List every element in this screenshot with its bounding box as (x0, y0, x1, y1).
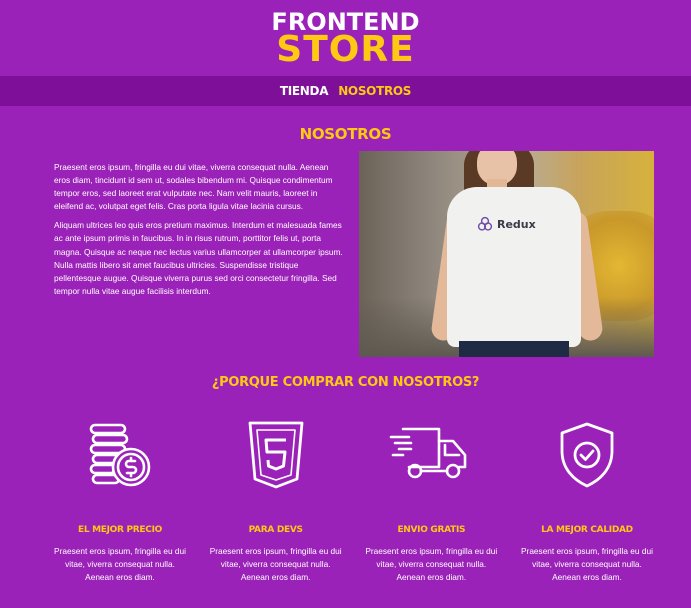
main-nav: TIENDA NOSOTROS (0, 76, 691, 106)
feature-text: Praesent eros ipsum, fringilla eu dui vi… (209, 546, 342, 582)
truck-icon (365, 418, 497, 492)
feature-text: Praesent eros ipsum, fringilla eu dui vi… (54, 546, 186, 582)
feature-card: EL MEJOR PRECIO Praesent eros ipsum, fri… (54, 418, 186, 584)
about-photo: Redux (359, 151, 654, 357)
features-section: EL MEJOR PRECIO Praesent eros ipsum, fri… (0, 418, 691, 584)
feature-text: Praesent eros ipsum, fringilla eu dui vi… (365, 546, 498, 582)
photo-jeans-shape (459, 341, 569, 357)
feature-title: PARA DEVS (248, 525, 303, 535)
feature-title: EL MEJOR PRECIO (78, 525, 162, 535)
site-logo[interactable]: FRONTEND STORE (271, 8, 419, 68)
feature-card: ENVIO GRATIS Praesent eros ipsum, fringi… (365, 418, 497, 584)
html5-icon (210, 418, 342, 492)
shirt-brand-text: Redux (497, 217, 536, 231)
about-section: Praesent eros ipsum, fringilla eu dui vi… (0, 151, 654, 357)
feature-card: LA MEJOR CALIDAD Praesent eros ipsum, fr… (521, 418, 653, 584)
feature-title: LA MEJOR CALIDAD (541, 525, 633, 535)
nav-link-nosotros[interactable]: NOSOTROS (338, 84, 411, 98)
about-text: Praesent eros ipsum, fringilla eu dui vi… (54, 151, 344, 357)
photo-shirt-shape (447, 187, 581, 347)
shield-check-icon (521, 418, 653, 492)
shirt-brand-logo: Redux (477, 216, 536, 232)
about-paragraph: Praesent eros ipsum, fringilla eu dui vi… (54, 162, 333, 212)
logo-bottom-text: STORE (276, 29, 415, 70)
nav-link-tienda[interactable]: TIENDA (280, 84, 329, 98)
coins-icon (54, 418, 186, 492)
why-title: ¿PORQUE COMPRAR CON NOSOTROS? (211, 375, 480, 390)
about-title: NOSOTROS (299, 125, 392, 143)
feature-card: PARA DEVS Praesent eros ipsum, fringilla… (210, 418, 342, 584)
feature-text: Praesent eros ipsum, fringilla eu dui vi… (521, 546, 653, 582)
redux-icon (477, 216, 493, 231)
about-paragraph: Aliquam ultrices leo quis eros pretium m… (54, 220, 343, 296)
feature-title: ENVIO GRATIS (397, 525, 466, 535)
site-header: FRONTEND STORE (0, 0, 691, 76)
